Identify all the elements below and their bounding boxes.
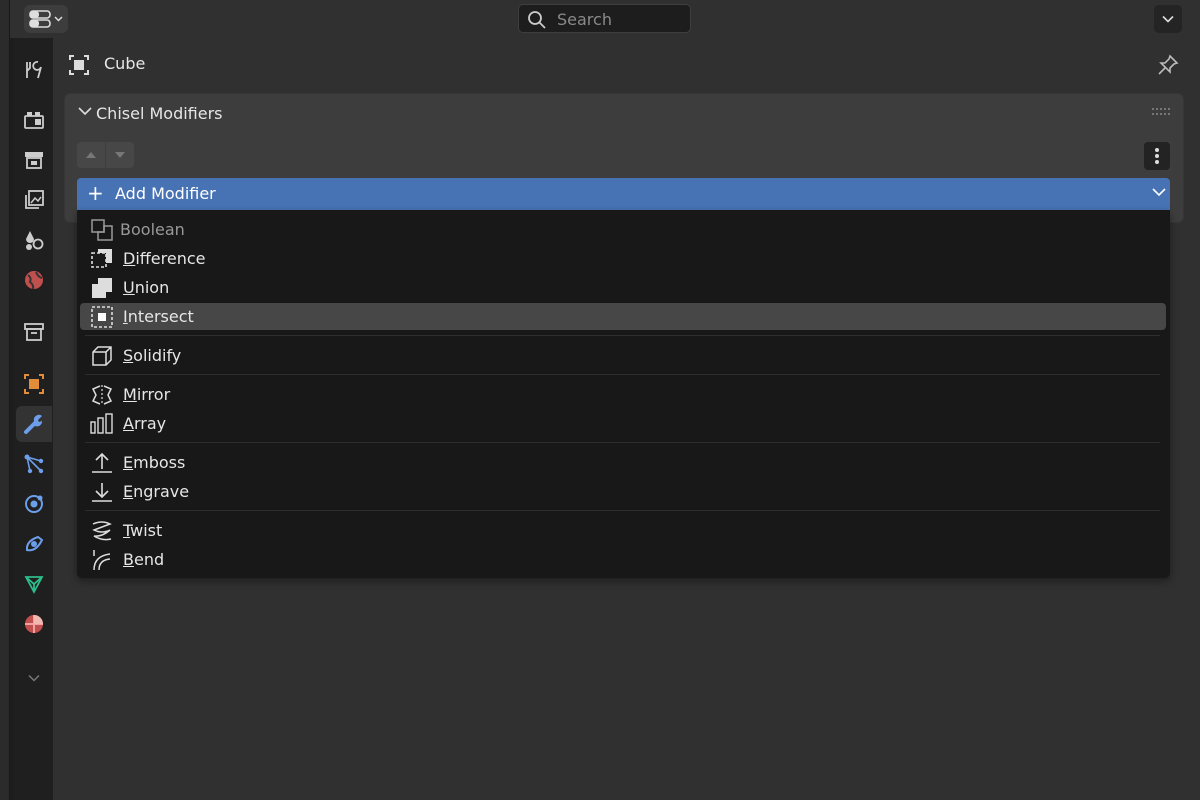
header-bar: Search (10, 0, 1200, 38)
boolean-icon (91, 219, 113, 241)
output-icon (25, 152, 43, 169)
add-modifier-button[interactable]: + Add Modifier (77, 178, 1170, 210)
view-layer-icon (25, 190, 44, 209)
engrave-icon (92, 483, 112, 502)
triangle-up-icon (86, 152, 96, 158)
window-edge (0, 0, 10, 800)
boolean-union-icon (92, 278, 112, 298)
pin-icon[interactable] (1156, 53, 1180, 77)
menu-item-label: Array (123, 414, 167, 433)
menu-separator (85, 374, 1160, 375)
object-icon (24, 374, 44, 394)
more-vertical-icon (1155, 148, 1159, 164)
panel-menu-button[interactable] (1144, 142, 1170, 170)
twist-icon (92, 521, 112, 541)
menu-item-label: Emboss (123, 453, 186, 472)
editor-type-icon (29, 10, 51, 28)
object-icon (69, 55, 89, 75)
search-placeholder: Search (557, 10, 612, 29)
properties-tab-bar (14, 38, 53, 800)
tab-data[interactable] (16, 566, 52, 602)
search-input[interactable]: Search (518, 4, 691, 33)
add-modifier-label: Add Modifier (115, 184, 216, 203)
array-icon (90, 413, 113, 434)
physics-icon (25, 495, 43, 513)
tab-render[interactable] (16, 102, 52, 138)
boolean-difference-icon (91, 249, 112, 268)
tab-particles[interactable] (16, 446, 52, 482)
menu-item-label: Union (123, 278, 170, 297)
menu-separator (85, 442, 1160, 443)
tab-constraints[interactable] (16, 526, 52, 562)
menu-item-mirror[interactable]: Mirror (80, 381, 1166, 408)
tab-modifiers[interactable] (16, 406, 52, 442)
triangle-down-icon (115, 152, 125, 158)
menu-item-twist[interactable]: Twist (80, 517, 1166, 544)
menu-item-bend[interactable]: Bend (80, 546, 1166, 573)
chevron-down-icon (28, 674, 40, 682)
tab-more[interactable] (16, 660, 52, 696)
menu-item-label: Solidify (123, 346, 182, 365)
chevron-down-icon (54, 16, 63, 22)
tab-tool[interactable] (16, 52, 52, 88)
menu-header-boolean: Boolean (80, 216, 1166, 243)
object-name: Cube (104, 54, 146, 73)
menu-item-label: Twist (123, 521, 163, 540)
editor-type-button[interactable] (24, 5, 68, 33)
chevron-down-icon[interactable] (78, 106, 92, 116)
tab-object[interactable] (16, 366, 52, 402)
constraints-icon (25, 535, 44, 552)
mirror-icon (91, 385, 113, 405)
tab-view-layer[interactable] (16, 182, 52, 218)
tool-icon (26, 61, 42, 79)
panel-title[interactable]: Chisel Modifiers (96, 104, 223, 123)
menu-item-emboss[interactable]: Emboss (80, 449, 1166, 476)
menu-item-union[interactable]: Union (80, 274, 1166, 301)
particles-icon (24, 454, 44, 474)
menu-item-engrave[interactable]: Engrave (80, 478, 1166, 505)
bend-icon (93, 550, 111, 571)
render-icon (24, 112, 44, 129)
collection-icon (24, 323, 44, 341)
move-down-button[interactable] (106, 142, 134, 168)
chevron-down-icon (1152, 188, 1166, 197)
add-modifier-menu: Boolean Difference Union Intersect Solid… (77, 210, 1170, 578)
tab-material[interactable] (16, 606, 52, 642)
scene-icon (26, 231, 44, 250)
material-icon (25, 615, 43, 633)
menu-separator (85, 510, 1160, 511)
move-up-button[interactable] (77, 142, 105, 168)
menu-item-intersect[interactable]: Intersect (80, 303, 1166, 330)
menu-item-solidify[interactable]: Solidify (80, 342, 1166, 369)
mesh-data-icon (24, 576, 44, 594)
drag-handle-icon[interactable] (1152, 108, 1170, 116)
emboss-icon (92, 452, 112, 473)
chevron-down-icon (1162, 15, 1174, 23)
boolean-intersect-icon (91, 306, 113, 328)
solidify-icon (92, 346, 112, 366)
menu-item-difference[interactable]: Difference (80, 245, 1166, 272)
menu-item-label: Bend (123, 550, 165, 569)
world-icon (25, 271, 43, 290)
menu-header-label: Boolean (120, 220, 185, 239)
tab-scene[interactable] (16, 222, 52, 258)
tab-physics[interactable] (16, 486, 52, 522)
search-icon (528, 11, 546, 29)
menu-item-label: Intersect (123, 307, 194, 326)
wrench-icon (24, 414, 43, 434)
menu-item-label: Difference (123, 249, 206, 268)
menu-item-label: Mirror (123, 385, 171, 404)
menu-separator (85, 335, 1160, 336)
menu-item-array[interactable]: Array (80, 410, 1166, 437)
tab-world[interactable] (16, 262, 52, 298)
options-dropdown-button[interactable] (1154, 5, 1182, 33)
tab-collection[interactable] (16, 314, 52, 350)
tab-output[interactable] (16, 142, 52, 178)
menu-item-label: Engrave (123, 482, 190, 501)
plus-icon: + (87, 181, 104, 205)
